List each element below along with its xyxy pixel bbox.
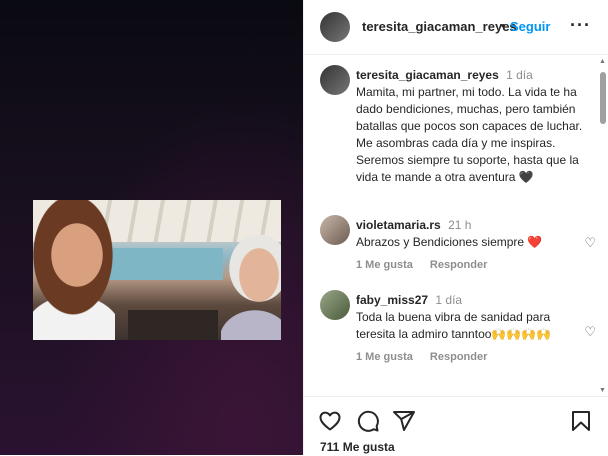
avatar[interactable]	[320, 12, 350, 42]
bookmark-icon[interactable]	[569, 409, 593, 433]
more-options-icon[interactable]: ···	[570, 15, 591, 36]
comment-like-heart-icon[interactable]: ♡	[584, 324, 596, 340]
avatar[interactable]	[320, 290, 350, 320]
post-side-panel: teresita_giacaman_reyes • Seguir ··· ter…	[303, 0, 608, 455]
caption-body: teresita_giacaman_reyes 1 día Mamita, mi…	[356, 67, 588, 186]
comment-actions: 1 Me gusta Responder	[356, 349, 588, 366]
comment-username[interactable]: violetamaria.rs	[356, 218, 441, 232]
comments-scrollbar[interactable]: ▲ ▼	[599, 58, 607, 394]
photo-table	[128, 310, 218, 340]
comment-username[interactable]: faby_miss27	[356, 293, 428, 307]
comment-text: Toda la buena vibra de sanidad para tere…	[356, 310, 552, 341]
caption-text: Mamita, mi partner, mi todo. La vida te …	[356, 85, 583, 184]
comment-actions: 1 Me gusta Responder	[356, 257, 588, 274]
post-username[interactable]: teresita_giacaman_reyes	[362, 19, 517, 34]
avatar[interactable]	[320, 65, 350, 95]
comment-icon[interactable]	[356, 409, 380, 433]
post-actions-bar: 711 Me gusta	[304, 396, 608, 456]
reply-button[interactable]: Responder	[430, 351, 487, 363]
comment-time[interactable]: 1 día	[435, 293, 462, 307]
reply-button[interactable]: Responder	[430, 259, 487, 271]
comments-list[interactable]: teresita_giacaman_reyes 1 día Mamita, mi…	[304, 55, 608, 395]
photo-person-left	[33, 200, 115, 340]
comment-like-heart-icon[interactable]: ♡	[584, 235, 596, 251]
post-photo[interactable]	[33, 200, 281, 340]
scroll-up-icon[interactable]: ▲	[599, 58, 606, 65]
caption-username[interactable]: teresita_giacaman_reyes	[356, 68, 499, 82]
follow-button[interactable]: Seguir	[510, 19, 550, 34]
heart-icon[interactable]	[318, 409, 342, 433]
caption-time[interactable]: 1 día	[506, 68, 533, 82]
share-icon[interactable]	[392, 409, 416, 433]
separator-dot: •	[501, 18, 506, 33]
comment-body: violetamaria.rs 21 h Abrazos y Bendicion…	[356, 217, 588, 274]
avatar[interactable]	[320, 215, 350, 245]
post-media-area	[0, 0, 303, 455]
comment-text: Abrazos y Bendiciones siempre ❤️	[356, 235, 543, 249]
post-header: teresita_giacaman_reyes • Seguir ···	[304, 0, 608, 55]
like-count[interactable]: 711 Me gusta	[320, 440, 395, 454]
comment-time[interactable]: 21 h	[448, 218, 471, 232]
comment-likes[interactable]: 1 Me gusta	[356, 351, 413, 363]
photo-sea	[103, 248, 223, 280]
comment-body: faby_miss27 1 día Toda la buena vibra de…	[356, 292, 588, 366]
comment-likes[interactable]: 1 Me gusta	[356, 259, 413, 271]
photo-person-right	[221, 230, 281, 340]
scroll-down-icon[interactable]: ▼	[599, 387, 606, 394]
scrollbar-thumb[interactable]	[600, 72, 606, 124]
